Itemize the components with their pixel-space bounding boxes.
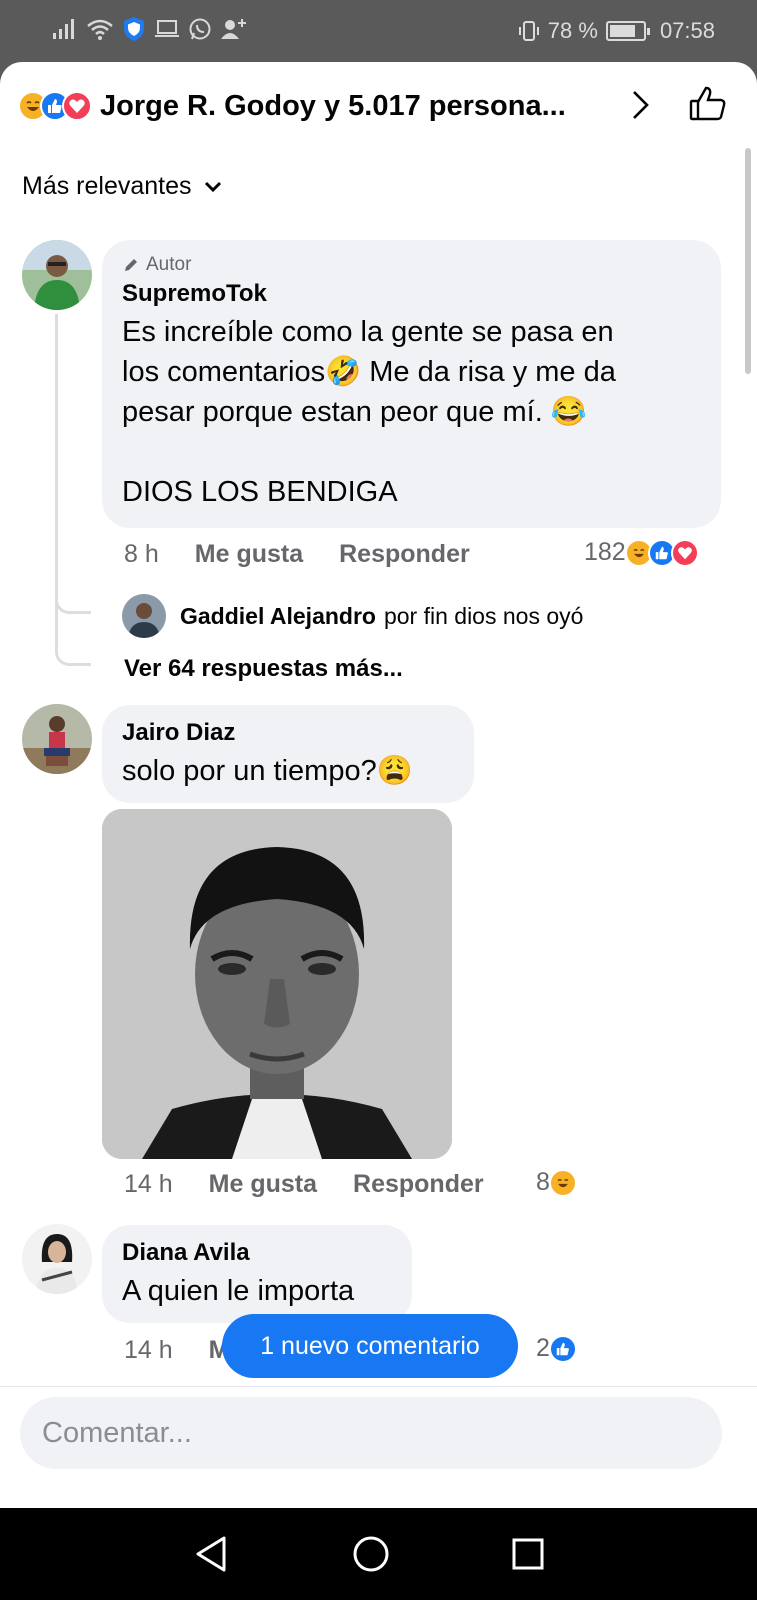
love-icon bbox=[670, 538, 699, 567]
reply-author[interactable]: Gaddiel Alejandro bbox=[180, 603, 376, 630]
author-badge: Autor bbox=[122, 254, 701, 276]
comment-input[interactable] bbox=[20, 1397, 722, 1469]
clock: 07:58 bbox=[659, 18, 715, 43]
chevron-down-icon bbox=[204, 181, 221, 192]
sort-dropdown[interactable]: Más relevantes bbox=[22, 172, 222, 201]
comment-photo[interactable] bbox=[102, 809, 452, 1159]
comment-author[interactable]: Jairo Diaz bbox=[122, 719, 454, 747]
like-button[interactable]: Me gusta bbox=[195, 540, 303, 569]
avatar[interactable] bbox=[22, 704, 92, 774]
reply-text: por fin dios nos oyó bbox=[383, 602, 584, 629]
like-button[interactable]: Me gusta bbox=[209, 1170, 317, 1199]
reaction-summary bbox=[18, 91, 92, 121]
add-person-icon bbox=[221, 19, 246, 39]
comment-actions: 8 h Me gusta Responder bbox=[124, 540, 506, 569]
back-icon[interactable] bbox=[188, 1530, 236, 1578]
comment-actions: 14 h Me gusta Responder bbox=[124, 1170, 520, 1199]
comment-text-line: DIOS LOS BENDIGA bbox=[122, 476, 398, 508]
haha-icon bbox=[548, 1168, 577, 1197]
battery-percent: 78 % bbox=[547, 18, 598, 43]
reaction-count[interactable]: 8 bbox=[536, 1168, 577, 1197]
comment-text: solo por un tiempo?😩 bbox=[122, 755, 413, 787]
status-bar: 78 % 07:58 bbox=[0, 0, 757, 62]
battery-fill bbox=[609, 25, 635, 37]
chevron-right-icon[interactable] bbox=[630, 88, 652, 130]
reply-button[interactable]: Responder bbox=[353, 1170, 484, 1199]
comment-text-line: pesar porque estan peor que mí. 😂 bbox=[122, 396, 587, 428]
comment-bubble[interactable]: Diana Avila A quien le importa bbox=[102, 1225, 412, 1323]
author-tag-label: Autor bbox=[146, 254, 192, 275]
like-outline-icon[interactable] bbox=[688, 84, 732, 128]
avatar[interactable] bbox=[122, 594, 166, 638]
avatar[interactable] bbox=[22, 1224, 92, 1294]
reaction-count-number: 182 bbox=[584, 538, 626, 566]
comment-text-line: Es increíble como la gente se pasa en bbox=[122, 316, 614, 348]
recents-icon[interactable] bbox=[504, 1530, 552, 1578]
reaction-count-number: 8 bbox=[536, 1168, 550, 1196]
comment-text-line bbox=[122, 432, 701, 472]
status-right: 78 % 07:58 bbox=[518, 18, 715, 44]
new-comment-toast[interactable]: 1 nuevo comentario bbox=[222, 1314, 518, 1378]
comment-bubble[interactable]: Autor SupremoTok Es increíble como la ge… bbox=[102, 240, 721, 528]
comments-sheet: Jorge R. Godoy y 5.017 persona... Más re… bbox=[0, 62, 757, 1508]
reaction-count-number: 2 bbox=[536, 1334, 550, 1362]
battery-icon bbox=[605, 21, 650, 41]
shield-icon bbox=[124, 17, 144, 41]
sort-label: Más relevantes bbox=[22, 172, 192, 200]
reply-button[interactable]: Responder bbox=[339, 540, 470, 569]
avatar[interactable] bbox=[22, 240, 92, 310]
reaction-count[interactable]: 2 bbox=[536, 1334, 577, 1363]
comment-author[interactable]: Diana Avila bbox=[122, 1239, 392, 1267]
system-nav-bar bbox=[0, 1508, 757, 1600]
scrollbar[interactable] bbox=[745, 148, 751, 374]
signal-icon bbox=[53, 19, 74, 39]
home-icon[interactable] bbox=[347, 1530, 395, 1578]
comment-author[interactable]: SupremoTok bbox=[122, 280, 701, 308]
comment-bubble[interactable]: Jairo Diaz solo por un tiempo?😩 bbox=[102, 705, 474, 803]
reaction-count[interactable]: 182 bbox=[584, 538, 699, 567]
reactions-header[interactable]: Jorge R. Godoy y 5.017 persona... bbox=[18, 84, 740, 128]
comment-time: 14 h bbox=[124, 1170, 173, 1198]
like-icon bbox=[548, 1334, 577, 1363]
whatsapp-icon bbox=[189, 18, 211, 40]
reply-preview[interactable]: Gaddiel Alejandro por fin dios nos oyó bbox=[122, 594, 583, 638]
reactions-summary-text: Jorge R. Godoy y 5.017 persona... bbox=[100, 89, 566, 122]
comment-time: 14 h bbox=[124, 1336, 173, 1364]
comment-composer bbox=[0, 1386, 757, 1508]
comment-text-line: los comentarios🤣 Me da risa y me da bbox=[122, 356, 616, 388]
vibrate-icon bbox=[518, 21, 539, 41]
pencil-icon bbox=[125, 259, 137, 271]
love-icon bbox=[62, 91, 92, 121]
wifi-icon bbox=[87, 19, 113, 40]
thread-connector bbox=[55, 314, 91, 666]
comment-text: A quien le importa bbox=[122, 1275, 355, 1307]
status-icons bbox=[52, 16, 248, 42]
comment-time: 8 h bbox=[124, 540, 159, 568]
laptop-icon bbox=[155, 20, 179, 37]
view-more-replies[interactable]: Ver 64 respuestas más... bbox=[124, 655, 403, 683]
